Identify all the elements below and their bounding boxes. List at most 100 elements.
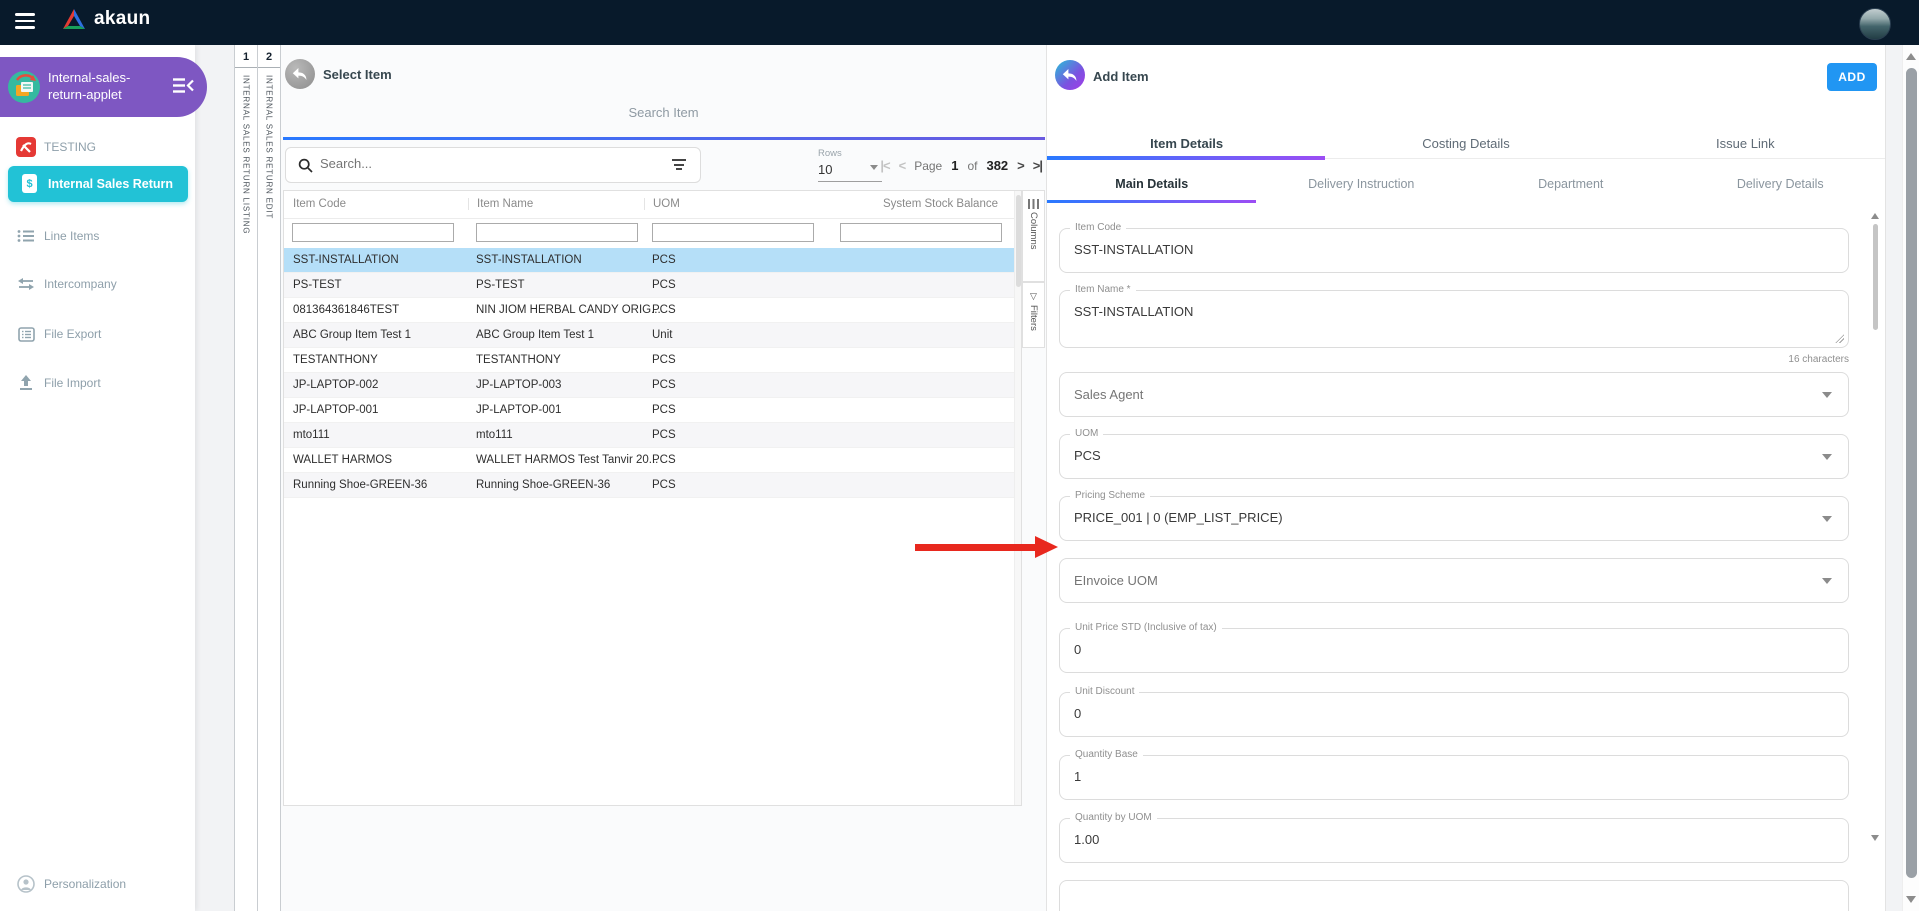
main-scrollbar	[1902, 45, 1919, 911]
list-icon	[16, 226, 36, 246]
field-value: SST-INSTALLATION	[1074, 242, 1194, 257]
add-item-back-button[interactable]	[1055, 60, 1085, 90]
form-scroll-down-arrow[interactable]	[1871, 835, 1879, 841]
quantity-by-uom-field[interactable]: Quantity by UOM 1.00	[1059, 812, 1849, 863]
item-code-field[interactable]: Item Code SST-INSTALLATION	[1059, 222, 1849, 273]
field-value: 0	[1074, 642, 1082, 657]
uom-select[interactable]: UOM PCS	[1059, 428, 1849, 479]
unit-discount-field[interactable]: Unit Discount 0	[1059, 686, 1849, 737]
quantity-base-field[interactable]: Quantity Base 1	[1059, 749, 1849, 800]
cell-item-name: Running Shoe-GREEN-36	[476, 479, 611, 491]
scroll-down-arrow[interactable]	[1906, 896, 1916, 903]
column-header-uom[interactable]: UOM	[644, 198, 680, 210]
select-item-back-button[interactable]	[285, 59, 315, 89]
scroll-up-arrow[interactable]	[1906, 53, 1916, 60]
subtab-department[interactable]: Department	[1466, 172, 1676, 198]
partial-next-field[interactable]	[1059, 880, 1849, 911]
person-icon	[16, 874, 36, 894]
workspace-tab-edit[interactable]: 2 INTERNAL SALES RETURN EDIT	[258, 45, 280, 911]
search-item-tab[interactable]: Search Item	[281, 105, 1046, 120]
main-scrollbar-thumb[interactable]	[1906, 68, 1917, 878]
cell-item-name: TESTANTHONY	[476, 354, 561, 366]
columns-tool-label: Columns	[1028, 212, 1039, 250]
column-header-item-code[interactable]: Item Code	[293, 198, 346, 210]
table-row[interactable]: JP-LAPTOP-001 JP-LAPTOP-001 PCS	[284, 398, 1015, 423]
filter-list-icon[interactable]	[672, 159, 686, 173]
sidebar-item-personalization[interactable]: Personalization	[0, 872, 195, 896]
annotation-arrow	[915, 544, 1037, 551]
next-page-button[interactable]: >	[1017, 158, 1025, 173]
sidebar: Internal-sales- return-applet TESTING $ …	[0, 45, 207, 911]
sidebar-item-internal-sales-return[interactable]: $ Internal Sales Return	[8, 166, 188, 202]
cell-uom: Unit	[652, 329, 673, 341]
user-avatar[interactable]	[1859, 8, 1891, 40]
sidebar-item-file-import[interactable]: File Import	[0, 371, 195, 395]
table-row[interactable]: 081364361846TEST NIN JIOM HERBAL CANDY O…	[284, 298, 1015, 323]
add-item-subtabs: Main Details Delivery Instruction Depart…	[1047, 172, 1885, 198]
first-page-button[interactable]: |<	[880, 158, 890, 173]
app-root: akaun Internal-sales- return-applet TEST…	[0, 0, 1919, 911]
field-value: PRICE_001 | 0 (EMP_LIST_PRICE)	[1074, 510, 1283, 525]
sidebar-item-intercompany[interactable]: Intercompany	[0, 272, 195, 296]
applet-header[interactable]: Internal-sales- return-applet	[0, 57, 207, 117]
filter-input-uom[interactable]	[652, 223, 814, 242]
einvoice-uom-select[interactable]: EInvoice UOM	[1059, 558, 1849, 603]
table-row[interactable]: PS-TEST PS-TEST PCS	[284, 273, 1015, 298]
form-scrollbar-thumb[interactable]	[1873, 224, 1878, 330]
table-row[interactable]: TESTANTHONY TESTANTHONY PCS	[284, 348, 1015, 373]
cell-item-name: NIN JIOM HERBAL CANDY ORIG...	[476, 304, 661, 316]
subtab-delivery-details[interactable]: Delivery Details	[1676, 172, 1886, 198]
cell-item-code: 081364361846TEST	[293, 304, 400, 316]
sidebar-item-line-items[interactable]: Line Items	[0, 224, 195, 248]
field-label: Pricing Scheme	[1070, 490, 1151, 501]
pricing-scheme-select[interactable]: Pricing Scheme PRICE_001 | 0 (EMP_LIST_P…	[1059, 490, 1849, 541]
tab-costing-details[interactable]: Costing Details	[1326, 130, 1605, 160]
rows-per-page-select[interactable]: Rows 10	[818, 148, 882, 182]
upload-icon	[16, 373, 36, 393]
table-row[interactable]: ABC Group Item Test 1 ABC Group Item Tes…	[284, 323, 1015, 348]
sidebar-item-testing[interactable]: TESTING	[0, 135, 195, 159]
column-header-item-name[interactable]: Item Name	[468, 198, 533, 210]
table-scrollbar-thumb[interactable]	[1016, 195, 1021, 287]
sidebar-item-file-export[interactable]: File Export	[0, 322, 195, 346]
hamburger-menu-icon[interactable]	[15, 13, 35, 31]
table-header-row: Item Code Item Name UOM System Stock Bal…	[284, 191, 1015, 219]
columns-icon	[1027, 199, 1040, 209]
menu-collapse-icon[interactable]	[172, 77, 194, 94]
table-row[interactable]: mto111 mto111 PCS	[284, 423, 1015, 448]
last-page-button[interactable]: >|	[1033, 158, 1043, 173]
unit-price-std-field[interactable]: Unit Price STD (Inclusive of tax) 0	[1059, 622, 1849, 673]
add-button[interactable]: ADD	[1827, 63, 1877, 91]
item-name-field[interactable]: Item Name * SST-INSTALLATION	[1059, 284, 1849, 348]
swap-arrows-icon	[16, 274, 36, 294]
table-row[interactable]: JP-LAPTOP-002 JP-LAPTOP-003 PCS	[284, 373, 1015, 398]
column-header-system-stock-balance[interactable]: System Stock Balance	[883, 198, 998, 210]
filters-tool-button[interactable]: ▽ Filters	[1022, 282, 1045, 348]
cell-uom: PCS	[652, 429, 676, 441]
table-row[interactable]: SST-INSTALLATION SST-INSTALLATION PCS	[284, 248, 1015, 273]
tab-issue-link[interactable]: Issue Link	[1606, 130, 1885, 160]
columns-tool-button[interactable]: Columns	[1022, 190, 1045, 282]
filter-input-item-code[interactable]	[292, 223, 454, 242]
field-value: 1.00	[1074, 832, 1100, 847]
sales-agent-select[interactable]: Sales Agent	[1059, 372, 1849, 417]
table-row[interactable]: Running Shoe-GREEN-36 Running Shoe-GREEN…	[284, 473, 1015, 498]
chevron-down-icon	[1822, 516, 1832, 522]
search-input[interactable]	[320, 156, 620, 171]
subtab-delivery-instruction[interactable]: Delivery Instruction	[1257, 172, 1467, 198]
table-export-icon	[16, 324, 36, 344]
resize-grip-icon[interactable]	[1835, 334, 1844, 343]
subtab-main-details[interactable]: Main Details	[1047, 172, 1257, 198]
cell-uom: PCS	[652, 279, 676, 291]
form-scroll-up-arrow[interactable]	[1871, 213, 1879, 219]
workspace-tab-listing[interactable]: 1 INTERNAL SALES RETURN LISTING	[235, 45, 258, 911]
filter-input-system-stock-balance[interactable]	[840, 223, 1002, 242]
table-row[interactable]: WALLET HARMOS WALLET HARMOS Test Tanvir …	[284, 448, 1015, 473]
item-table: Item Code Item Name UOM System Stock Bal…	[283, 190, 1022, 806]
prev-page-button[interactable]: <	[899, 158, 907, 173]
sidebar-item-label: File Import	[44, 376, 101, 390]
dollar-file-icon: $	[22, 174, 37, 193]
filter-input-item-name[interactable]	[476, 223, 638, 242]
field-label: Item Name *	[1070, 284, 1136, 295]
workspace-tab-number: 2	[258, 45, 280, 68]
